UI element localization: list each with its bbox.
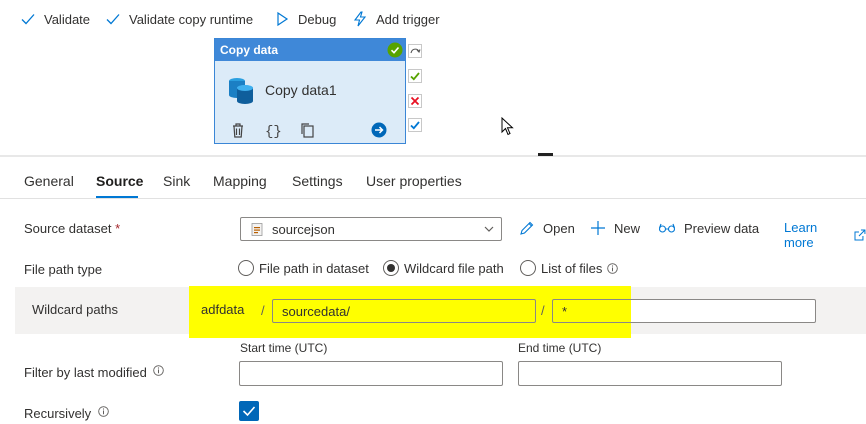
on-skip-handle[interactable] — [408, 44, 422, 58]
start-time-label: Start time (UTC) — [240, 341, 328, 355]
new-button[interactable]: New — [590, 220, 640, 236]
path-separator: / — [261, 303, 265, 318]
preview-data-label: Preview data — [684, 220, 760, 236]
preview-data-button[interactable]: Preview data — [658, 220, 759, 236]
code-braces-icon[interactable]: {} — [264, 122, 282, 138]
failure-x-icon — [410, 96, 420, 106]
new-label: New — [614, 220, 641, 236]
tab-sink[interactable]: Sink — [163, 173, 190, 189]
wildcard-folder-path-input[interactable]: sourcedata/ — [272, 299, 536, 323]
learn-more-link[interactable]: Learn more — [784, 220, 866, 250]
end-time-input[interactable] — [518, 361, 782, 386]
info-icon[interactable] — [98, 406, 109, 417]
pencil-icon — [520, 221, 534, 235]
source-dataset-select[interactable]: sourcejson — [240, 217, 502, 241]
skip-arrow-icon — [410, 48, 421, 54]
external-link-icon — [854, 229, 866, 241]
pipeline-canvas[interactable] — [0, 37, 866, 155]
validate-label: Validate — [44, 11, 91, 27]
radio-wildcard-file-path[interactable]: Wildcard file path — [383, 260, 504, 276]
checkmark-icon — [21, 14, 35, 25]
panel-splitter[interactable] — [0, 155, 866, 157]
start-time-input[interactable] — [239, 361, 503, 386]
recursively-label: Recursively — [24, 406, 109, 421]
activity-header: Copy data — [215, 39, 405, 61]
radio-label: File path in dataset — [259, 260, 369, 276]
radio-circle — [520, 260, 536, 276]
radio-circle-selected — [383, 260, 399, 276]
debug-button[interactable]: Debug — [274, 9, 336, 29]
on-failure-handle[interactable] — [408, 94, 422, 108]
validate-button[interactable]: Validate — [20, 9, 90, 29]
filter-last-modified-label: Filter by last modified — [24, 365, 165, 380]
navigate-arrow-icon[interactable] — [371, 122, 387, 138]
copy-data-activity[interactable]: Copy data Copy data1 {} — [214, 38, 406, 144]
folder-path-value: sourcedata/ — [282, 304, 350, 319]
play-icon — [277, 11, 289, 27]
mouse-cursor-icon — [501, 117, 514, 136]
chevron-down-icon — [484, 226, 494, 232]
clone-icon[interactable] — [299, 122, 315, 138]
checkmark-icon — [106, 14, 120, 25]
tabs-divider — [0, 198, 866, 199]
learn-more-label: Learn more — [784, 220, 818, 250]
wildcard-paths-label: Wildcard paths — [32, 302, 118, 317]
radio-label: Wildcard file path — [404, 260, 504, 276]
file-name-value: * — [562, 304, 568, 319]
add-trigger-button[interactable]: Add trigger — [352, 9, 440, 29]
toolbar: Validate Validate copy runtime Debug Add… — [0, 0, 866, 38]
completion-check-icon — [410, 121, 420, 130]
tab-general[interactable]: General — [24, 173, 74, 189]
copy-data-icon — [229, 78, 253, 104]
debug-label: Debug — [298, 11, 337, 27]
validate-runtime-button[interactable]: Validate copy runtime — [105, 9, 253, 29]
checkmark-icon — [242, 406, 256, 417]
recursively-text: Recursively — [24, 406, 92, 421]
on-success-handle[interactable] — [408, 69, 422, 83]
recursively-checkbox[interactable] — [239, 401, 259, 421]
container-name: adfdata — [201, 302, 245, 317]
required-mark: * — [115, 221, 121, 236]
validate-runtime-label: Validate copy runtime — [129, 11, 254, 27]
tab-mapping[interactable]: Mapping — [213, 173, 267, 189]
lightning-icon — [353, 11, 367, 27]
glasses-icon — [658, 223, 676, 233]
radio-circle — [238, 260, 254, 276]
open-button[interactable]: Open — [519, 220, 575, 236]
plus-icon — [591, 221, 605, 235]
tab-source[interactable]: Source — [96, 173, 143, 189]
success-check-icon — [387, 42, 403, 58]
filter-label-text: Filter by last modified — [24, 365, 147, 380]
end-time-label: End time (UTC) — [518, 341, 602, 355]
svg-text:{}: {} — [265, 124, 282, 138]
path-separator: / — [541, 303, 545, 318]
tab-settings[interactable]: Settings — [292, 173, 343, 189]
activity-name: Copy data1 — [265, 82, 337, 98]
info-icon[interactable] — [607, 262, 619, 274]
json-file-icon — [251, 223, 263, 236]
source-dataset-text: Source dataset — [24, 221, 112, 236]
activity-type-label: Copy data — [220, 43, 279, 57]
radio-list-of-files[interactable]: List of files — [520, 260, 619, 276]
source-dataset-value: sourcejson — [272, 222, 335, 237]
wildcard-file-name-input[interactable]: * — [552, 299, 816, 323]
splitter-grip[interactable] — [538, 153, 553, 156]
on-completion-handle[interactable] — [408, 118, 422, 132]
source-dataset-label: Source dataset * — [24, 221, 120, 236]
open-label: Open — [543, 220, 575, 236]
radio-file-path-in-dataset[interactable]: File path in dataset — [238, 260, 369, 276]
info-icon[interactable] — [153, 365, 165, 376]
add-trigger-label: Add trigger — [376, 11, 440, 27]
tab-user-properties[interactable]: User properties — [366, 173, 462, 189]
delete-icon[interactable] — [231, 122, 245, 138]
success-check-icon — [410, 72, 420, 81]
radio-label: List of files — [541, 260, 603, 276]
file-path-type-label: File path type — [24, 262, 103, 277]
